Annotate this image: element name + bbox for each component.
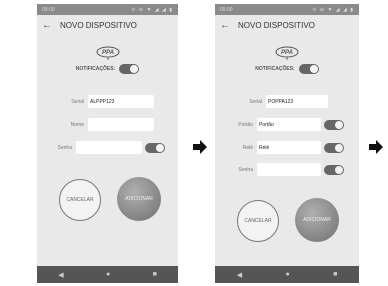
add-label: ADICIONAR — [303, 217, 331, 223]
phone-screen-1: 09:00 ⊙ ⊖ ▼ ◢ ◢ ▮ ← NOVO DISPOSITIVO PPA… — [37, 4, 178, 283]
navigation-bar: ◀ ● ■ — [37, 266, 178, 283]
senha-input[interactable] — [76, 141, 142, 154]
cancel-label: CANCELAR — [244, 218, 272, 224]
cancel-label: CANCELAR — [66, 197, 94, 203]
flow-arrow-icon — [193, 140, 207, 154]
portao-input[interactable]: Portão — [257, 118, 321, 131]
nome-input[interactable] — [88, 118, 154, 131]
nome-label: Nome — [70, 121, 84, 128]
senha-label: Senha — [57, 144, 72, 151]
notifications-label: NOTIFICAÇÕES: — [255, 66, 295, 72]
add-button[interactable]: ADICIONAR — [295, 198, 339, 242]
rele-input[interactable]: Relé — [257, 141, 321, 154]
navigation-bar: ◀ ● ■ — [215, 266, 359, 283]
page-title: NOVO DISPOSITIVO — [60, 21, 137, 30]
show-password-toggle[interactable] — [145, 142, 165, 153]
notifications-toggle[interactable] — [119, 64, 140, 74]
nav-back-icon[interactable]: ◀ — [58, 271, 63, 279]
portao-toggle[interactable] — [324, 119, 344, 130]
rele-toggle[interactable] — [324, 142, 344, 153]
add-label: ADICIONAR — [125, 196, 153, 202]
portao-label: Portão — [238, 121, 253, 128]
nav-back-icon[interactable]: ◀ — [237, 271, 242, 279]
serial-field-row: Serial ALPPP123 — [37, 95, 154, 108]
ppa-logo: PPA ◆ — [95, 46, 121, 60]
phone-screen-2: 09:00 ⊙ ⊖ ▼ ◢ ◢ ▮ ← NOVO DISPOSITIVO PPA… — [215, 4, 359, 283]
status-time: 09:00 — [42, 6, 55, 13]
notifications-row: NOTIFICAÇÕES: — [37, 64, 178, 74]
notifications-row: NOTIFICAÇÕES: — [215, 64, 359, 74]
serial-input[interactable]: ALPPP123 — [88, 95, 154, 108]
status-icons: ⊙ ⊖ ▼ ◢ ◢ ▮ — [312, 6, 354, 13]
svg-text:PPA: PPA — [281, 50, 293, 56]
cancel-button[interactable]: CANCELAR — [237, 200, 279, 242]
svg-text:PPA: PPA — [102, 50, 114, 56]
senha-input[interactable] — [257, 163, 321, 176]
add-button[interactable]: ADICIONAR — [117, 177, 161, 221]
nav-home-icon[interactable]: ● — [106, 271, 110, 278]
serial-field-row: Serial POPPA123 — [215, 95, 328, 108]
status-bar: 09:00 ⊙ ⊖ ▼ ◢ ◢ ▮ — [215, 4, 359, 15]
cancel-button[interactable]: CANCELAR — [59, 179, 101, 221]
nome-field-row: Nome — [37, 118, 154, 131]
portao-field-row: Portão Portão — [215, 118, 344, 131]
app-bar: ← NOVO DISPOSITIVO — [37, 15, 178, 36]
show-password-toggle[interactable] — [324, 164, 344, 175]
status-time: 09:00 — [220, 6, 233, 13]
senha-field-row: Senha — [215, 163, 344, 176]
status-icons: ⊙ ⊖ ▼ ◢ ◢ ▮ — [131, 6, 173, 13]
nav-recents-icon[interactable]: ■ — [153, 271, 157, 278]
app-bar: ← NOVO DISPOSITIVO — [215, 15, 359, 36]
notifications-label: NOTIFICAÇÕES: — [75, 66, 116, 72]
serial-input[interactable]: POPPA123 — [266, 95, 328, 108]
page-title: NOVO DISPOSITIVO — [238, 21, 315, 30]
senha-field-row: Senha — [37, 141, 165, 154]
flow-arrow-icon — [369, 140, 383, 154]
ppa-logo: PPA ◆ — [274, 46, 300, 60]
serial-label: Serial — [249, 98, 262, 105]
rele-label: Relé — [242, 144, 253, 151]
status-bar: 09:00 ⊙ ⊖ ▼ ◢ ◢ ▮ — [37, 4, 178, 15]
back-arrow-icon[interactable]: ← — [42, 20, 60, 31]
rele-field-row: Relé Relé — [215, 141, 344, 154]
nav-recents-icon[interactable]: ■ — [333, 271, 337, 278]
senha-label: Senha — [238, 166, 253, 173]
serial-label: Serial — [71, 98, 84, 105]
back-arrow-icon[interactable]: ← — [220, 20, 238, 31]
nav-home-icon[interactable]: ● — [285, 271, 289, 278]
notifications-toggle[interactable] — [298, 64, 319, 74]
